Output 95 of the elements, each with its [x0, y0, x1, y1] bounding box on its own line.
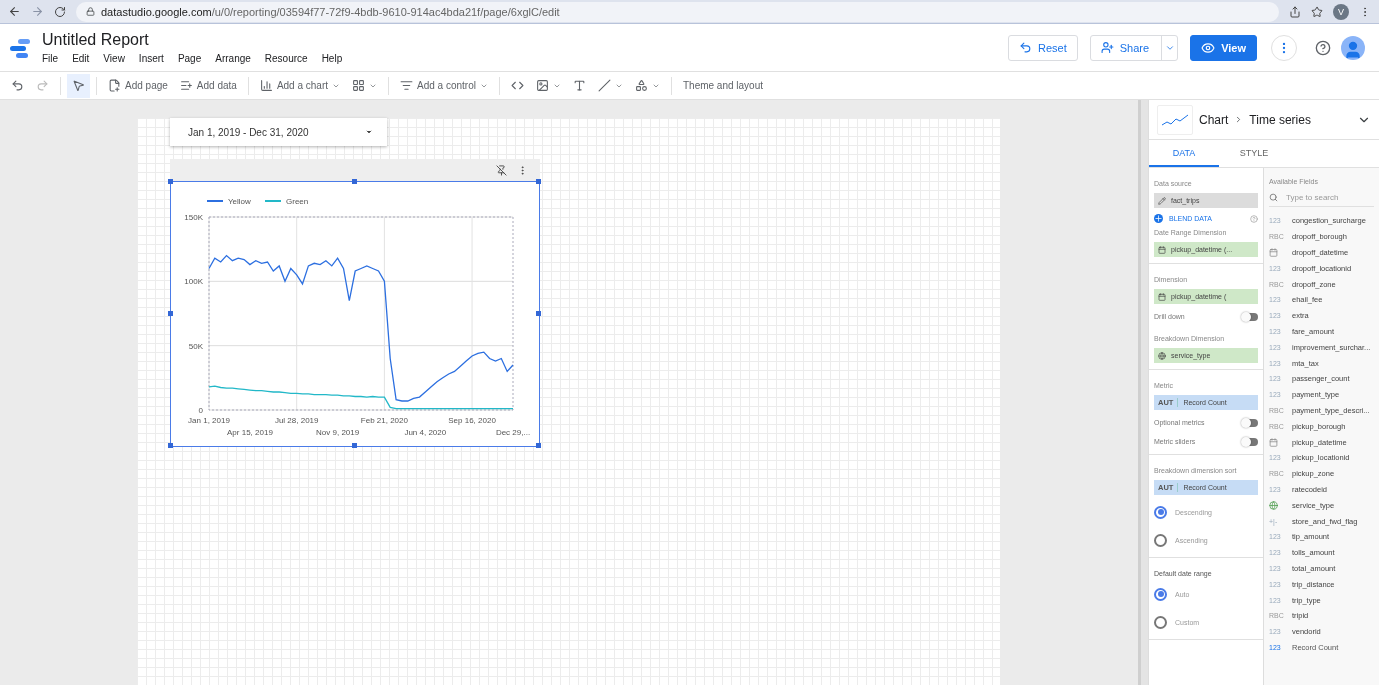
menu-item[interactable]: Arrange [215, 53, 251, 64]
share-icon[interactable] [1289, 5, 1301, 18]
x-tick-label: Jun 4, 2020 [404, 428, 447, 437]
menu-item[interactable]: Page [177, 53, 202, 64]
x-tick-label: Jan 1, 2019 [188, 416, 230, 425]
x-tick-label: Apr 15, 2019 [227, 428, 273, 437]
view-button[interactable]: View [1190, 34, 1257, 61]
help-icon[interactable] [1315, 39, 1331, 56]
caret-icon [365, 128, 373, 136]
radio-button[interactable] [1154, 587, 1167, 601]
undo-icon [1019, 41, 1032, 54]
line-chart-icon [1157, 104, 1193, 135]
report-title[interactable]: Untitled Report [42, 31, 996, 49]
image-icon [535, 79, 549, 92]
resize-handle[interactable] [536, 179, 541, 184]
list-plus-icon [179, 79, 193, 92]
legend-label: Green [286, 197, 309, 206]
theme-button[interactable]: Theme and layout [677, 73, 769, 98]
radio-button[interactable] [1154, 615, 1167, 629]
menu-item[interactable]: File [42, 53, 59, 64]
resize-handle[interactable] [168, 311, 173, 316]
user-avatar[interactable] [1341, 35, 1365, 60]
menu-item[interactable]: Edit [72, 53, 90, 64]
address-bar[interactable]: datastudio.google.com/u/0/reporting/03594f77-72f9-4bdb-9610-914ac4bda21f/page/6xglC/edit [76, 1, 1279, 22]
resize-handle[interactable] [168, 443, 173, 448]
legend-item: Yellow [206, 197, 251, 206]
x-tick-label: Dec 29,... [495, 428, 531, 437]
x-tick-label: Feb 21, 2020 [360, 416, 408, 425]
chart-type-label: Chart [1199, 112, 1229, 127]
radio-button[interactable] [1154, 533, 1167, 547]
text-icon [572, 79, 586, 92]
x-tick-label: Nov 9, 2019 [316, 428, 360, 437]
add-data-button[interactable]: Add data [174, 73, 242, 98]
reset-button[interactable]: Reset [1008, 34, 1078, 61]
add-page-button[interactable]: Add page [103, 73, 173, 98]
grid-icon [352, 79, 366, 92]
line-icon [597, 79, 611, 92]
select-tool[interactable] [67, 73, 90, 98]
plus-icon [1154, 214, 1163, 223]
eye-icon [1201, 40, 1216, 55]
menu-item[interactable]: Resource [264, 53, 308, 64]
filter-icon [400, 79, 414, 92]
undo-icon [11, 79, 24, 92]
calendar-icon [1269, 248, 1278, 257]
menu-item[interactable]: Help [321, 53, 343, 64]
pin-icon[interactable] [496, 164, 507, 176]
pencil-icon [1158, 196, 1166, 205]
toggle-switch[interactable] [1242, 437, 1258, 446]
back-icon[interactable] [8, 5, 21, 18]
resize-handle[interactable] [352, 179, 357, 184]
panel-tab[interactable]: STYLE [1219, 140, 1289, 167]
resize-handle[interactable] [536, 443, 541, 448]
legend-label: Yellow [228, 197, 252, 206]
calendar-icon [1269, 437, 1278, 447]
toggle-switch[interactable] [1242, 312, 1258, 321]
menu-item[interactable]: Insert [138, 53, 164, 64]
legend-item: Green [264, 197, 309, 206]
resize-handle[interactable] [168, 179, 173, 184]
pointer-icon [72, 79, 85, 92]
add-person-icon [1100, 41, 1114, 54]
add-chart-button[interactable]: Add a chart [254, 73, 346, 98]
code-icon [510, 79, 524, 92]
x-tick-label: Sep 16, 2020 [448, 416, 496, 425]
y-tick-label: 100K [184, 277, 203, 287]
redo-icon [36, 79, 49, 92]
file-plus-icon [108, 79, 121, 92]
y-tick-label: 150K [184, 213, 203, 222]
resize-handle[interactable] [536, 311, 541, 316]
shapes-icon [634, 79, 648, 92]
app-logo [8, 36, 32, 59]
globe-icon [1158, 351, 1166, 360]
toggle-switch[interactable] [1242, 418, 1258, 427]
radio-button[interactable] [1154, 505, 1167, 519]
chart-type-label: Time series [1249, 112, 1311, 127]
y-tick-label: 50K [188, 341, 203, 351]
chart-selection-frame[interactable]: Yellow Green 150K 100K 50K 0 Jan 1, 2019 Jul 28, 2019 Feb 21, 2020 Sep 16, 2020 Apr 15, 2019 Nov 9, 2019 Jun 4, 2020 Dec 29,... [170, 181, 540, 447]
resize-handle[interactable] [352, 443, 357, 448]
add-control-button[interactable]: Add a control [395, 73, 493, 98]
search-field[interactable]: Type to search [1286, 193, 1366, 202]
panel-tab[interactable]: DATA [1149, 140, 1219, 167]
calendar-icon [1158, 245, 1166, 254]
panel-scrollbar[interactable] [1138, 100, 1148, 685]
menu-item[interactable]: View [103, 53, 125, 64]
date-range-control[interactable]: Jan 1, 2019 - Dec 31, 2020 [170, 118, 387, 146]
calendar-icon [1158, 292, 1166, 301]
star-icon[interactable] [1311, 5, 1323, 18]
share-button[interactable]: Share [1089, 34, 1179, 61]
search-icon [1269, 193, 1278, 202]
bar-chart-icon [259, 79, 273, 92]
profile-avatar[interactable]: V [1333, 3, 1349, 20]
reload-icon[interactable] [54, 5, 66, 18]
x-tick-label: Jul 28, 2019 [274, 416, 319, 425]
forward-icon[interactable] [31, 5, 44, 18]
y-tick-label: 0 [198, 406, 203, 415]
globe-icon [1269, 500, 1278, 510]
